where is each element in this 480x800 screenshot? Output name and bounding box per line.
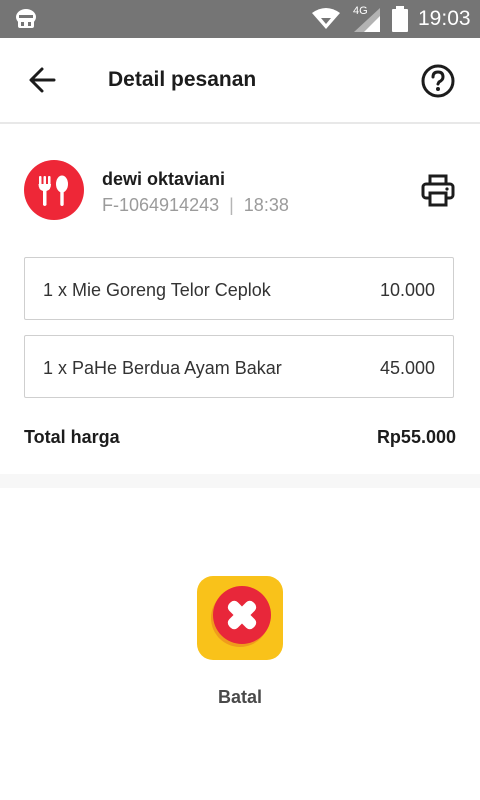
- customer-name: dewi oktaviani: [102, 169, 226, 189]
- order-item: 1 x PaHe Berdua Ayam Bakar 45.000: [24, 335, 454, 398]
- order-meta: F-1064914243 | 18:38: [102, 195, 289, 216]
- app-bar: Detail pesanan: [0, 38, 480, 124]
- status-time: 19:03: [418, 7, 471, 30]
- order-time: 18:38: [243, 195, 289, 215]
- order-status-label: Batal: [217, 687, 262, 707]
- wifi-icon: [312, 8, 340, 29]
- section-divider: [0, 474, 480, 488]
- total-label: Total harga: [24, 427, 120, 447]
- order-id: F-1064914243: [102, 195, 220, 215]
- printer-icon[interactable]: [420, 172, 456, 208]
- item-price: 10.000: [379, 280, 435, 300]
- cancel-x-icon: [197, 576, 283, 660]
- item-name: 1 x Mie Goreng Telor Ceplok: [43, 280, 271, 300]
- cell-signal-icon: [354, 8, 380, 32]
- page-title: Detail pesanan: [108, 68, 257, 91]
- merchant-avatar: [24, 160, 84, 220]
- fork-spoon-icon: [38, 175, 68, 206]
- meta-separator: |: [229, 195, 234, 215]
- item-price: 45.000: [379, 358, 435, 378]
- battery-icon: [392, 6, 408, 32]
- arrow-left-icon[interactable]: [24, 64, 60, 96]
- app-notification-icon: [16, 9, 36, 28]
- help-circle-icon[interactable]: [420, 63, 456, 99]
- status-bar: 4G 19:03: [0, 0, 480, 38]
- total-value: Rp55.000: [376, 427, 456, 447]
- order-item: 1 x Mie Goreng Telor Ceplok 10.000: [24, 257, 454, 320]
- item-name: 1 x PaHe Berdua Ayam Bakar: [43, 358, 282, 378]
